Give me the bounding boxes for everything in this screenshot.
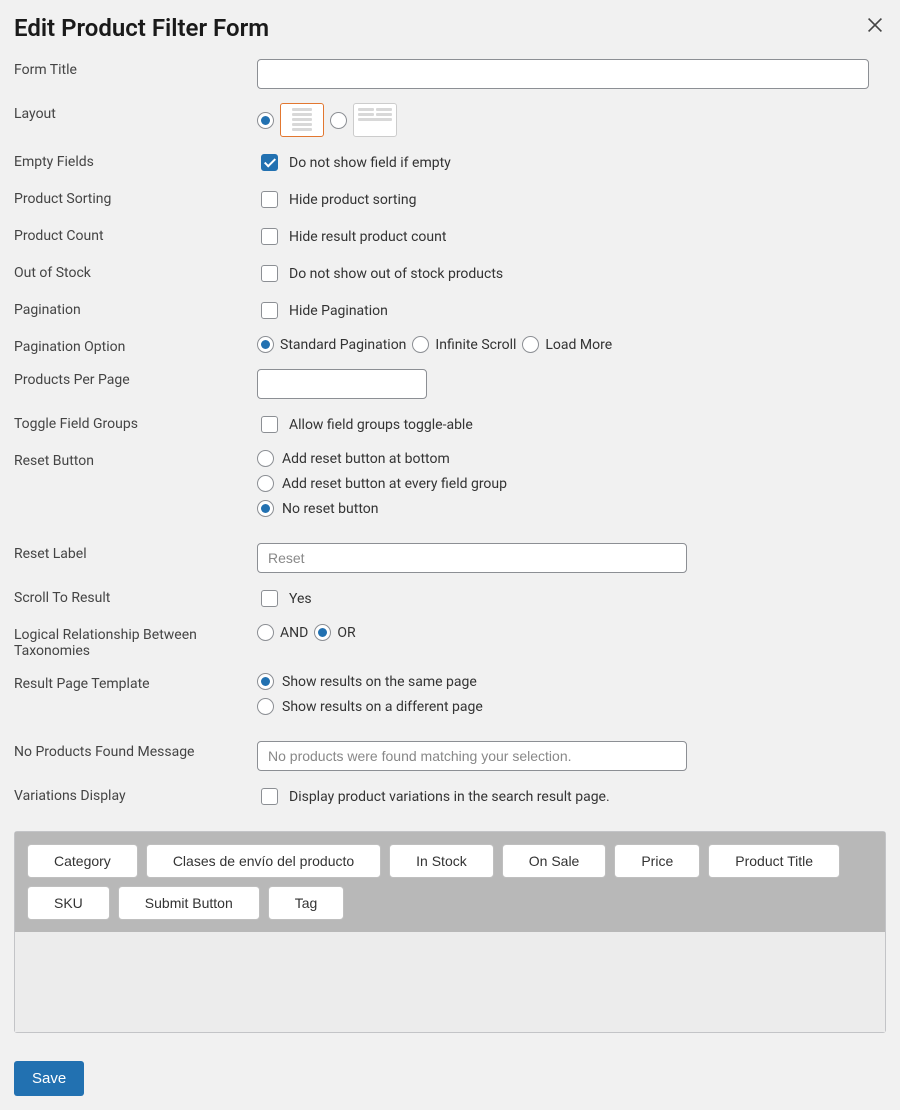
field-pill-0[interactable]: Category	[27, 844, 138, 878]
field-pill-4[interactable]: Price	[614, 844, 700, 878]
field-pill-1[interactable]: Clases de envío del producto	[146, 844, 381, 878]
close-button[interactable]	[864, 14, 886, 36]
layout-thumb-list[interactable]	[280, 103, 324, 137]
toggle-groups-checkbox[interactable]	[261, 416, 278, 433]
pagination-standard-radio[interactable]	[257, 336, 274, 353]
logic-or-radio[interactable]	[314, 624, 331, 641]
pagination-infinite-label: Infinite Scroll	[435, 337, 516, 353]
pagination-checkbox[interactable]	[261, 302, 278, 319]
field-pill-6[interactable]: SKU	[27, 886, 110, 920]
form-title-input[interactable]	[257, 59, 869, 89]
pagination-label: Pagination	[14, 299, 257, 318]
field-pill-3[interactable]: On Sale	[502, 844, 607, 878]
empty-fields-checkbox[interactable]	[261, 154, 278, 171]
empty-fields-cb-label: Do not show field if empty	[289, 155, 451, 171]
variations-cb-label: Display product variations in the search…	[289, 789, 610, 805]
pagination-infinite-radio[interactable]	[412, 336, 429, 353]
out-of-stock-checkbox[interactable]	[261, 265, 278, 282]
scroll-checkbox[interactable]	[261, 590, 278, 607]
logic-or-label: OR	[337, 625, 355, 641]
scroll-cb-label: Yes	[289, 591, 312, 607]
reset-every-radio[interactable]	[257, 475, 274, 492]
product-sorting-checkbox[interactable]	[261, 191, 278, 208]
field-palette-buttons: CategoryClases de envío del productoIn S…	[15, 832, 885, 932]
pagination-cb-label: Hide Pagination	[289, 303, 388, 319]
form-title-label: Form Title	[14, 59, 257, 78]
page-title: Edit Product Filter Form	[14, 14, 269, 42]
pagination-standard-label: Standard Pagination	[280, 337, 406, 353]
pagination-option-label: Pagination Option	[14, 336, 257, 355]
result-tpl-label: Result Page Template	[14, 673, 257, 692]
ppp-label: Products Per Page	[14, 369, 257, 388]
out-of-stock-label: Out of Stock	[14, 262, 257, 281]
variations-checkbox[interactable]	[261, 788, 278, 805]
reset-every-label: Add reset button at every field group	[282, 476, 507, 492]
save-button[interactable]: Save	[14, 1061, 84, 1096]
field-pill-5[interactable]: Product Title	[708, 844, 840, 878]
toggle-groups-label: Toggle Field Groups	[14, 413, 257, 432]
field-palette: CategoryClases de envío del productoIn S…	[14, 831, 886, 1033]
reset-none-radio[interactable]	[257, 500, 274, 517]
out-of-stock-cb-label: Do not show out of stock products	[289, 266, 503, 282]
reset-button-label: Reset Button	[14, 450, 257, 469]
product-count-checkbox[interactable]	[261, 228, 278, 245]
layout-radio-2[interactable]	[330, 112, 347, 129]
layout-label: Layout	[14, 103, 257, 122]
logic-label: Logical Relationship Between Taxonomies	[14, 624, 257, 659]
empty-fields-label: Empty Fields	[14, 151, 257, 170]
layout-thumb-grid[interactable]	[353, 103, 397, 137]
noprod-input[interactable]	[257, 741, 687, 771]
ppp-input[interactable]	[257, 369, 427, 399]
product-sorting-cb-label: Hide product sorting	[289, 192, 417, 208]
product-count-label: Product Count	[14, 225, 257, 244]
product-count-cb-label: Hide result product count	[289, 229, 446, 245]
result-diff-radio[interactable]	[257, 698, 274, 715]
reset-bottom-radio[interactable]	[257, 450, 274, 467]
reset-label-label: Reset Label	[14, 543, 257, 562]
scroll-label: Scroll To Result	[14, 587, 257, 606]
toggle-groups-cb-label: Allow field groups toggle-able	[289, 417, 473, 433]
reset-label-input[interactable]	[257, 543, 687, 573]
reset-bottom-label: Add reset button at bottom	[282, 451, 450, 467]
result-same-radio[interactable]	[257, 673, 274, 690]
close-icon	[864, 14, 886, 36]
field-pill-7[interactable]: Submit Button	[118, 886, 260, 920]
layout-radio-1[interactable]	[257, 112, 274, 129]
reset-none-label: No reset button	[282, 501, 379, 517]
field-pill-2[interactable]: In Stock	[389, 844, 494, 878]
field-pill-8[interactable]: Tag	[268, 886, 345, 920]
field-drop-zone[interactable]	[15, 932, 885, 1032]
product-sorting-label: Product Sorting	[14, 188, 257, 207]
pagination-loadmore-label: Load More	[545, 337, 612, 353]
noprod-label: No Products Found Message	[14, 741, 257, 760]
result-diff-label: Show results on a different page	[282, 699, 483, 715]
result-same-label: Show results on the same page	[282, 674, 477, 690]
variations-label: Variations Display	[14, 785, 257, 804]
logic-and-label: AND	[280, 625, 308, 641]
pagination-loadmore-radio[interactable]	[522, 336, 539, 353]
logic-and-radio[interactable]	[257, 624, 274, 641]
